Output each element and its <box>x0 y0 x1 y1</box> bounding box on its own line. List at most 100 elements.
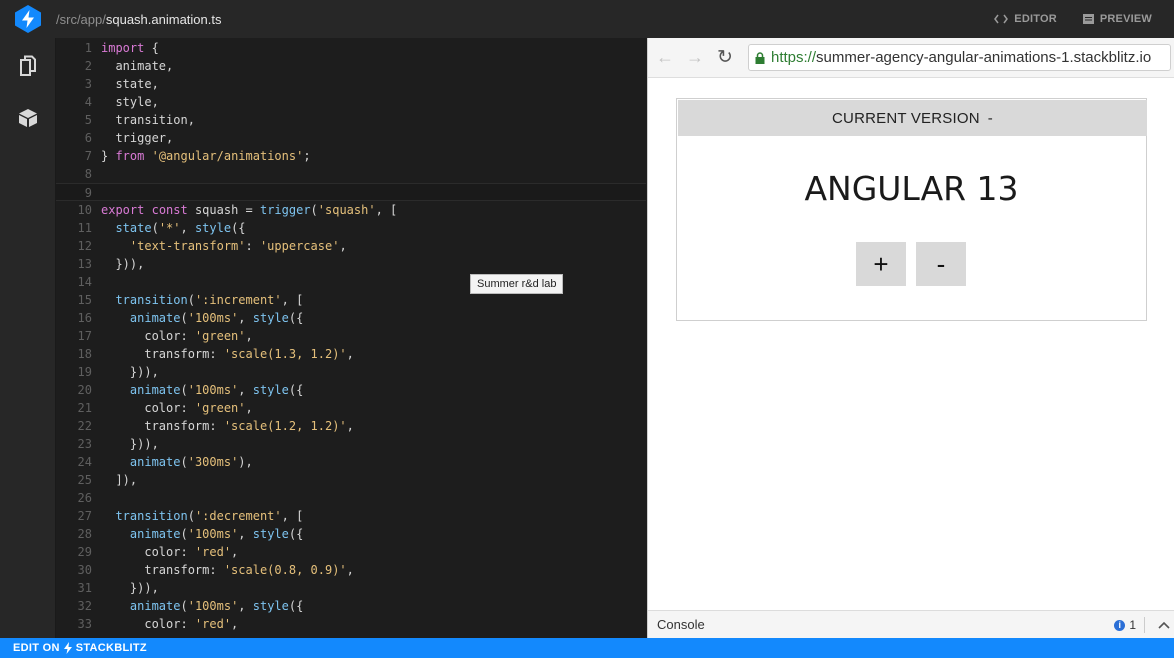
code-line[interactable]: 1 import { <box>56 39 646 57</box>
code-token: 'green' <box>194 401 246 415</box>
code-token: , <box>238 311 253 325</box>
code-line[interactable]: 10 export const squash = trigger('squash'… <box>56 201 646 219</box>
code-line[interactable]: 29 color: 'red', <box>56 543 646 561</box>
increment-button[interactable]: + <box>856 242 906 286</box>
code-line[interactable]: 20 animate('100ms', style({ <box>56 381 646 399</box>
preview-pane: ← → ↻ https://summer-agency-angular-anim… <box>647 38 1174 638</box>
code-token: { <box>144 41 159 55</box>
forward-arrow-icon[interactable]: → <box>680 38 710 78</box>
packages-icon[interactable] <box>0 92 56 144</box>
chevron-up-icon[interactable] <box>1153 611 1174 639</box>
code-token: ]), <box>101 473 138 487</box>
code-token: transition <box>115 509 188 523</box>
code-line[interactable]: 24 animate('300ms'), <box>56 453 646 471</box>
code-token: animate, <box>101 59 174 73</box>
line-number: 23 <box>77 437 92 451</box>
code-token: , [ <box>281 509 304 523</box>
code-token: ({ <box>288 311 304 325</box>
code-token: ({ <box>288 527 304 541</box>
code-token: style, <box>101 95 159 109</box>
page-bottom-strip <box>0 658 1174 664</box>
code-token: 'scale(1.2, 1.2)' <box>223 419 347 433</box>
reload-icon[interactable]: ↻ <box>710 38 740 78</box>
code-line[interactable]: 21 color: 'green', <box>56 399 646 417</box>
activity-bar <box>0 38 56 638</box>
code-text: } from '@angular/animations'; <box>101 147 311 165</box>
code-token: ({ <box>231 221 246 235</box>
code-token: color: <box>101 329 195 343</box>
code-token: 'green' <box>194 329 246 343</box>
line-number: 6 <box>84 131 92 145</box>
code-line[interactable]: 3 state, <box>56 75 646 93</box>
code-token: animate <box>129 455 181 469</box>
code-line[interactable]: 8 <box>56 165 646 183</box>
code-token: import <box>101 41 145 55</box>
line-number: 16 <box>77 311 92 325</box>
url-bar[interactable]: https://summer-agency-angular-animations… <box>748 44 1171 71</box>
code-editor[interactable]: 1 import {2 animate, 3 state, 4 style, 5 tra… <box>56 38 646 638</box>
code-token: style <box>252 311 289 325</box>
code-token: , <box>346 563 354 577</box>
code-line[interactable]: 23 })), <box>56 435 646 453</box>
code-token: color: <box>101 401 195 415</box>
editor-toggle-button[interactable]: EDITOR <box>994 13 1057 25</box>
code-line[interactable]: 31 })), <box>56 579 646 597</box>
code-text: export const squash = trigger('squash', … <box>101 201 397 219</box>
code-text: color: 'red', <box>101 615 238 633</box>
code-token: ( <box>180 527 188 541</box>
code-line[interactable]: 16 animate('100ms', style({ <box>56 309 646 327</box>
code-line[interactable]: 6 trigger, <box>56 129 646 147</box>
code-token: ( <box>180 383 188 397</box>
code-line[interactable]: 30 transform: 'scale(0.8, 0.9)', <box>56 561 646 579</box>
line-number: 22 <box>77 419 92 433</box>
line-number: 3 <box>84 77 92 91</box>
code-token: , <box>180 221 195 235</box>
code-line[interactable]: 5 transition, <box>56 111 646 129</box>
line-number: 5 <box>84 113 92 127</box>
code-line[interactable]: 13 })), <box>56 255 646 273</box>
code-token: from <box>115 149 145 163</box>
code-line[interactable]: 9 <box>56 183 646 201</box>
line-number: 19 <box>77 365 92 379</box>
code-line[interactable]: 22 transform: 'scale(1.2, 1.2)', <box>56 417 646 435</box>
code-token: animate <box>129 311 181 325</box>
code-token: 'red' <box>194 545 232 559</box>
code-line[interactable]: 2 animate, <box>56 57 646 75</box>
code-text: animate('100ms', style({ <box>101 381 303 399</box>
preview-toggle-button[interactable]: PREVIEW <box>1082 13 1152 25</box>
code-token: ':decrement' <box>194 509 282 523</box>
code-line[interactable]: 17 color: 'green', <box>56 327 646 345</box>
stackblitz-logo-icon[interactable] <box>0 0 56 38</box>
code-line[interactable]: 11 state('*', style({ <box>56 219 646 237</box>
console-bar[interactable]: Console i 1 <box>648 610 1174 638</box>
code-line[interactable]: 28 animate('100ms', style({ <box>56 525 646 543</box>
code-line[interactable]: 27 transition(':decrement', [ <box>56 507 646 525</box>
code-line[interactable]: 32 animate('100ms', style({ <box>56 597 646 615</box>
code-line[interactable]: 25 ]), <box>56 471 646 489</box>
code-line[interactable]: 19 })), <box>56 363 646 381</box>
code-line[interactable]: 4 style, <box>56 93 646 111</box>
code-token: , <box>238 599 253 613</box>
files-icon[interactable] <box>0 40 56 92</box>
code-text: animate('100ms', style({ <box>101 525 303 543</box>
code-text: animate('100ms', style({ <box>101 597 303 615</box>
decrement-button[interactable]: - <box>916 242 966 286</box>
code-token: , <box>238 383 253 397</box>
code-line[interactable]: 18 transform: 'scale(1.3, 1.2)', <box>56 345 646 363</box>
code-line[interactable]: 26 <box>56 489 646 507</box>
code-text: transform: 'scale(1.3, 1.2)', <box>101 345 354 363</box>
code-line[interactable]: 7} from '@angular/animations'; <box>56 147 646 165</box>
line-number: 33 <box>77 617 92 631</box>
code-line[interactable]: 33 color: 'red', <box>56 615 646 633</box>
code-token: , <box>231 545 239 559</box>
back-arrow-icon[interactable]: ← <box>650 38 680 78</box>
edit-on-stackblitz-bar[interactable]: EDIT ON STACKBLITZ <box>0 638 1174 658</box>
code-line[interactable]: 12 'text-transform': 'uppercase', <box>56 237 646 255</box>
code-text: ]), <box>101 471 137 489</box>
url-text: https://summer-agency-angular-animations… <box>771 49 1151 66</box>
code-token: transition, <box>101 113 195 127</box>
